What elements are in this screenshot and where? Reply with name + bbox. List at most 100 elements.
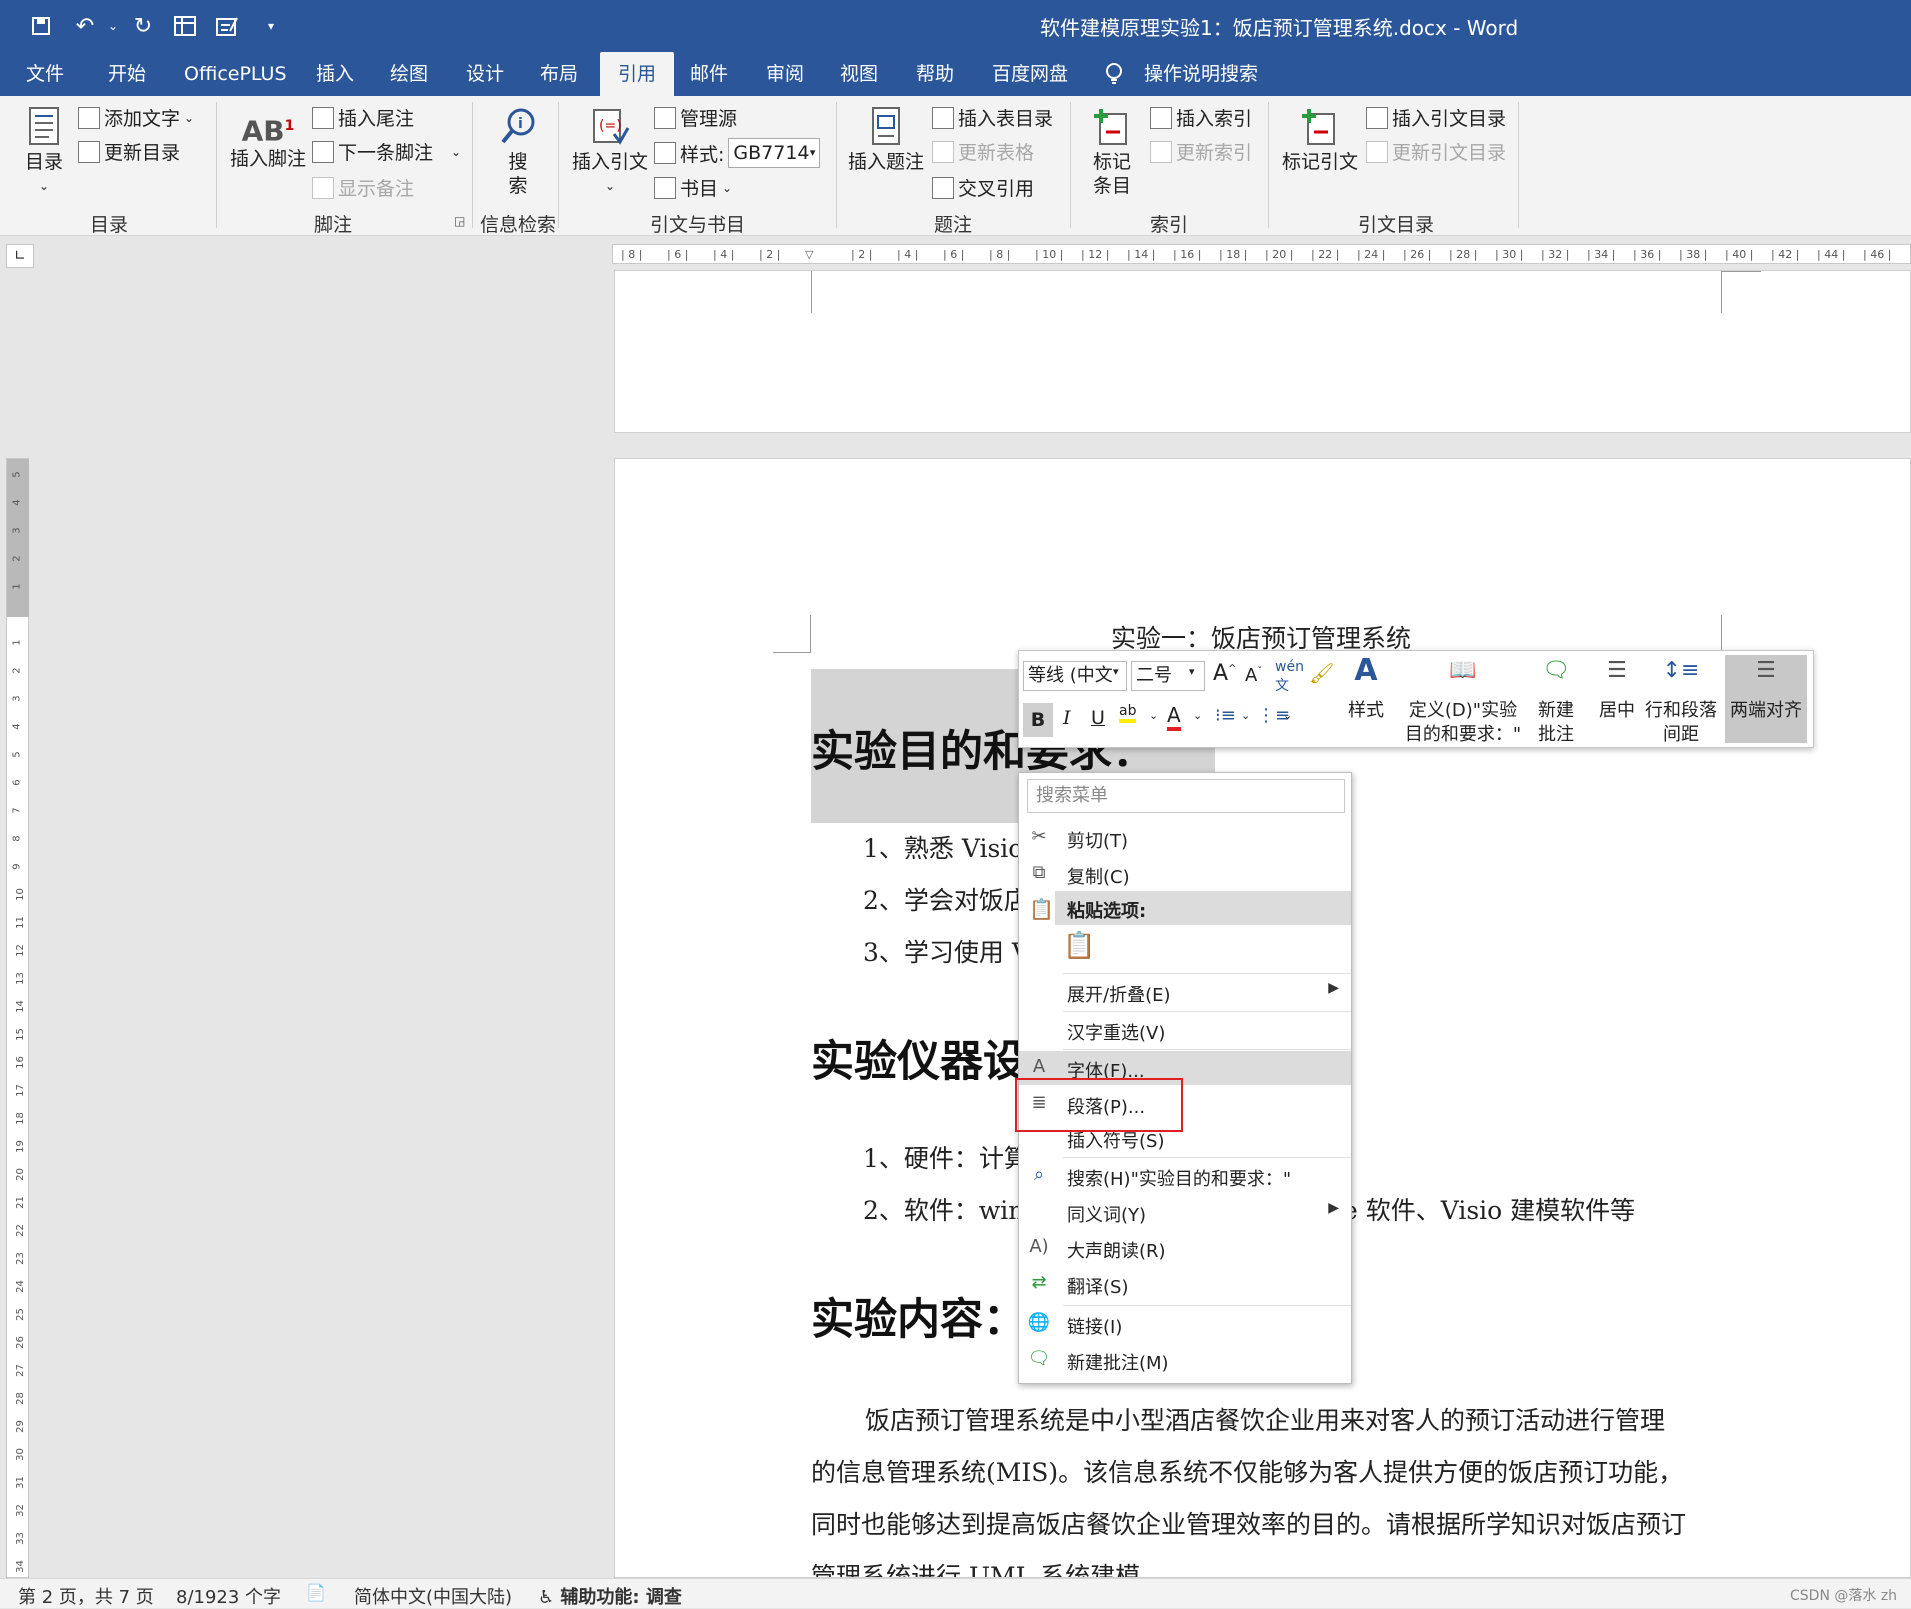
phonetic-guide-icon[interactable]: wén 文 <box>1275 659 1304 695</box>
tab-help[interactable]: 帮助 <box>916 52 954 96</box>
cross-reference-button[interactable]: 交叉引用 <box>932 174 1034 201</box>
tell-me-search[interactable]: 操作说明搜索 <box>1144 52 1258 96</box>
tab-file[interactable]: 文件 <box>26 52 64 96</box>
manage-sources-button[interactable]: 管理源 <box>654 104 737 131</box>
body-paragraph-line[interactable]: 的信息管理系统(MIS)。该信息系统不仅能够为客人提供方便的饭店预订功能， <box>811 1453 1683 1489</box>
insert-index-button[interactable]: 插入索引 <box>1150 104 1252 131</box>
mark-citation-button[interactable]: 标记引文 <box>1280 106 1360 174</box>
format-painter-icon[interactable]: 🖌 <box>1309 661 1334 685</box>
list-item-continuation[interactable]: e 软件、Visio 建模软件等 <box>1343 1191 1635 1227</box>
tab-mailings[interactable]: 邮件 <box>690 52 728 96</box>
font-name-select[interactable]: 等线 (中文 <box>1023 661 1127 691</box>
justify-button[interactable]: ☰ 两端对齐 <box>1725 655 1807 743</box>
center-align-button[interactable]: ☰ 居中 <box>1595 659 1639 723</box>
menu-item-search[interactable]: ⌕ 搜索(H)"实验目的和要求：" <box>1019 1159 1351 1193</box>
list-item[interactable]: 1、熟悉 Visio <box>863 829 1023 865</box>
tab-view[interactable]: 视图 <box>840 52 878 96</box>
menu-item-new-comment[interactable]: 🗨 新建批注(M) <box>1019 1343 1351 1377</box>
underline-button[interactable]: U <box>1091 707 1105 729</box>
tab-design[interactable]: 设计 <box>466 52 504 96</box>
menu-item-reconversion[interactable]: 汉字重选(V) <box>1019 1013 1351 1047</box>
ruler-tick: | 10 | <box>1035 248 1064 261</box>
chevron-down-icon[interactable]: ⌄ <box>1149 709 1158 722</box>
list-item[interactable]: 3、学习使用 V <box>863 933 1030 969</box>
add-text-button[interactable]: 添加文字 ⌄ <box>78 104 194 131</box>
mark-entry-button[interactable]: 标记条目 <box>1086 106 1138 198</box>
chevron-down-icon[interactable]: ⌄ <box>1241 709 1250 722</box>
body-paragraph-line[interactable]: 同时也能够达到提高饭店餐饮企业管理效率的目的。请根据所学知识对饭店预订 <box>811 1505 1686 1541</box>
update-table-button[interactable]: 更新表格 <box>932 138 1034 165</box>
highlight-icon[interactable]: ab <box>1119 703 1137 723</box>
search-button[interactable]: i 搜索 <box>490 106 546 198</box>
body-paragraph-line[interactable]: 饭店预订管理系统是中小型酒店餐饮企业用来对客人的预订活动进行管理 <box>865 1401 1665 1437</box>
insert-table-of-figures-button[interactable]: 插入表目录 <box>932 104 1053 131</box>
manage-sources-icon <box>654 106 676 129</box>
insert-table-of-authorities-button[interactable]: 插入引文目录 <box>1366 104 1506 131</box>
list-item[interactable]: 2、软件：win <box>863 1191 1024 1227</box>
update-index-button[interactable]: 更新索引 <box>1150 138 1252 165</box>
dialog-launcher-icon[interactable]: ◲ <box>454 214 465 228</box>
citation-style-select[interactable]: GB7714 ▾ <box>728 138 821 168</box>
heading-content[interactable]: 实验内容： <box>811 1285 1026 1347</box>
proofing-icon[interactable]: 📄 <box>306 1583 326 1602</box>
tab-officeplus[interactable]: OfficePLUS <box>184 52 287 96</box>
group-divider <box>1268 102 1269 228</box>
menu-item-cut[interactable]: ✂ 剪切(T) <box>1019 821 1351 855</box>
table-icon[interactable] <box>168 10 202 42</box>
menu-search-input[interactable]: 搜索菜单 <box>1027 779 1345 813</box>
bullets-icon[interactable]: ⁝≡ <box>1215 705 1236 726</box>
paste-keep-format-icon[interactable]: 📋 <box>1063 931 1099 967</box>
undo-dropdown-icon[interactable]: ⌄ <box>96 10 130 42</box>
tab-draw[interactable]: 绘图 <box>390 52 428 96</box>
list-item[interactable]: 2、学会对饭店 <box>863 881 1029 917</box>
next-footnote-button[interactable]: 下一条脚注 ⌄ <box>312 138 461 165</box>
font-color-icon[interactable]: A <box>1167 703 1181 731</box>
tab-home[interactable]: 开始 <box>108 52 146 96</box>
tab-insert[interactable]: 插入 <box>316 52 354 96</box>
menu-item-synonyms[interactable]: 同义词(Y) ▶ <box>1019 1195 1351 1229</box>
heading-equipment[interactable]: 实验仪器设 <box>811 1027 1026 1089</box>
insert-citation-button[interactable]: (=) 插入引文 ⌄ <box>572 106 648 198</box>
chevron-down-icon[interactable]: ⌄ <box>1283 709 1292 722</box>
menu-item-read-aloud[interactable]: A) 大声朗读(R) <box>1019 1231 1351 1265</box>
insert-footnote-button[interactable]: AB1 插入脚注 <box>228 114 308 171</box>
tab-selector[interactable]: ∟ <box>6 244 34 268</box>
shrink-font-icon[interactable]: Aˇ <box>1245 665 1262 686</box>
new-comment-button[interactable]: 🗨 新建批注 <box>1533 659 1579 747</box>
update-table-of-authorities-button[interactable]: 更新引文目录 <box>1366 138 1506 165</box>
line-spacing-button[interactable]: ↕≡ 行和段落间距 <box>1645 659 1717 747</box>
bibliography-button[interactable]: 书目 ⌄ <box>654 174 732 201</box>
italic-button[interactable]: I <box>1063 707 1071 729</box>
page-count[interactable]: 第 2 页，共 7 页 <box>18 1583 154 1609</box>
menu-item-copy[interactable]: ⧉ 复制(C) <box>1019 857 1351 891</box>
chevron-down-icon[interactable]: ⌄ <box>1193 709 1202 722</box>
insert-caption-button[interactable]: 插入题注 <box>848 106 924 174</box>
show-notes-button[interactable]: 显示备注 <box>312 174 414 201</box>
bold-button[interactable]: B <box>1023 703 1053 737</box>
tab-layout[interactable]: 布局 <box>540 52 578 96</box>
list-item[interactable]: 1、硬件：计算 <box>863 1139 1029 1175</box>
word-count[interactable]: 8/1923 个字 <box>176 1583 281 1609</box>
redo-icon[interactable]: ↻ <box>126 10 160 42</box>
horizontal-ruler[interactable]: | 8 | | 6 | | 4 | | 2 | ▽ | 2 | | 4 | | 6 | | 8 … <box>612 244 1911 264</box>
tab-references[interactable]: 引用 <box>600 52 675 96</box>
accessibility-status[interactable]: ♿ 辅助功能: 调查 <box>538 1583 682 1609</box>
vertical-ruler[interactable]: 5 4 3 2 1 1 2 3 4 5 6 7 8 9 10 11 12 13 14 15 16 17 18 19 20 21 22… <box>6 458 29 1578</box>
tab-baidu-netdisk[interactable]: 百度网盘 <box>992 52 1068 96</box>
grow-font-icon[interactable]: A^ <box>1213 661 1236 686</box>
menu-item-expand-collapse[interactable]: 展开/折叠(E) ▶ <box>1019 975 1351 1009</box>
save-icon[interactable] <box>24 10 58 42</box>
define-button[interactable]: 📖 定义(D)"实验目的和要求：" <box>1403 659 1523 747</box>
toc-button[interactable]: 目录 ⌄ <box>20 106 68 198</box>
menu-item-link[interactable]: 🌐 链接(I) <box>1019 1307 1351 1341</box>
customize-icon[interactable]: ▾ <box>254 10 288 42</box>
tab-review[interactable]: 审阅 <box>766 52 804 96</box>
styles-button[interactable]: A 样式 <box>1339 656 1393 723</box>
ruler-tick: 28 <box>14 1392 26 1405</box>
body-paragraph-line[interactable]: 管理系统进行 UML 系统建模。 <box>811 1557 1165 1577</box>
update-toc-button[interactable]: 更新目录 <box>78 138 180 165</box>
insert-endnote-button[interactable]: 插入尾注 <box>312 104 414 131</box>
language-indicator[interactable]: 简体中文(中国大陆) <box>354 1583 512 1609</box>
menu-item-translate[interactable]: ⇄ 翻译(S) <box>1019 1267 1351 1301</box>
form-icon[interactable] <box>210 10 244 42</box>
